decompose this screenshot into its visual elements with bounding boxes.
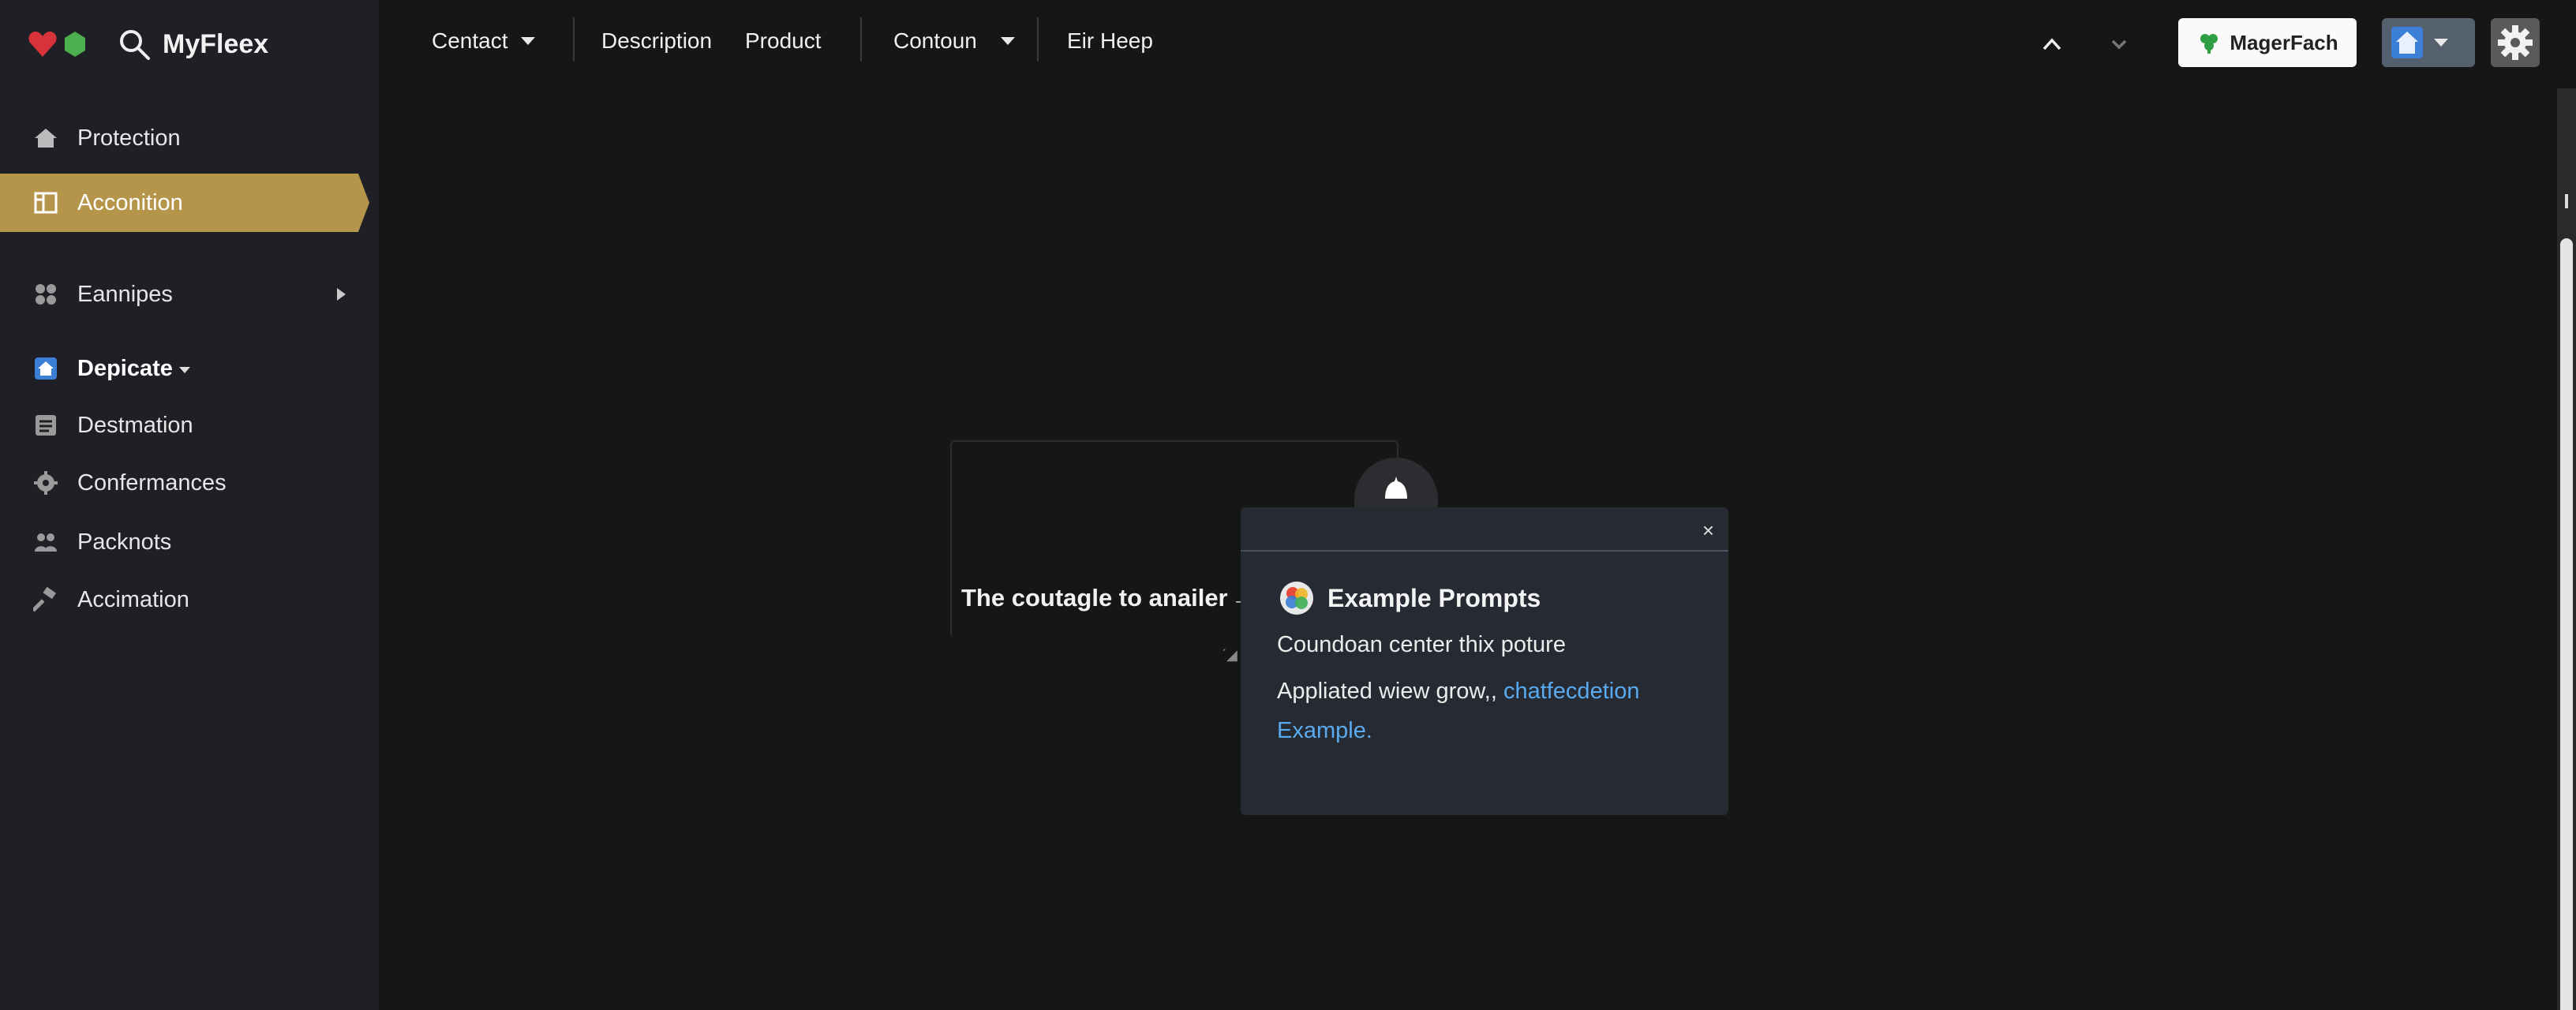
card-caption: The coutagle to anailer→ (961, 584, 1256, 612)
nav-divider (573, 17, 575, 62)
brand-bar: MyFleex (0, 0, 379, 88)
puzzle-icon (32, 280, 60, 309)
topnav-label: Description (601, 28, 713, 53)
sidebar-item-label: Accimation (77, 586, 189, 612)
gear-icon (2498, 25, 2533, 60)
popup-header: × (1241, 507, 1728, 552)
topnav-item-contoun[interactable]: Contoun (893, 28, 1015, 54)
gem-icon (65, 32, 85, 57)
resize-mark: ˊ◢ (1222, 647, 1237, 663)
example-prompts-popup: × Example Prompts Coundoan center thix p… (1241, 507, 1728, 815)
sidebar-item-label: Protection (77, 125, 181, 151)
chevron-down-icon[interactable] (2105, 30, 2133, 58)
search-icon[interactable] (117, 27, 152, 62)
caret-down-icon (2434, 39, 2448, 47)
nav-divider (1037, 17, 1039, 62)
nav-divider (860, 17, 862, 62)
chevron-right-icon[interactable] (337, 288, 346, 301)
topnav-label: Product (745, 28, 822, 53)
mager-fach-button[interactable]: MagerFach (2178, 18, 2357, 67)
prompt-line-1[interactable]: Coundoan center thix poture (1277, 632, 1566, 658)
popup-title-text: Example Prompts (1327, 583, 1541, 612)
sidebar: MyFleex Protection Acconition Eannipes D… (0, 0, 379, 1010)
topnav-label: Eir Heep (1067, 28, 1153, 53)
sidebar-item-confermances[interactable]: Confermances (0, 454, 369, 512)
app-title: MyFleex (163, 28, 269, 59)
sidebar-item-label: Eannipes (77, 281, 173, 307)
gear-icon (32, 469, 60, 497)
sidebar-item-label: Destmation (77, 412, 193, 438)
caret-down-icon (520, 37, 535, 45)
hammer-icon (32, 585, 60, 614)
topnav-item-product[interactable]: Product (745, 28, 822, 54)
list-icon (32, 411, 60, 440)
sidebar-item-accimation[interactable]: Accimation (0, 570, 369, 629)
chevron-up-icon[interactable] (2038, 30, 2066, 58)
prompt-line-2[interactable]: Appliated wiew grow,, chatfecdetion Exam… (1277, 671, 1703, 750)
scrollbar[interactable] (2557, 88, 2576, 1010)
sidebar-item-label: Acconition (77, 189, 183, 215)
sidebar-item-label: Depicate (77, 355, 173, 381)
sidebar-item-depicate[interactable]: Depicate (0, 339, 369, 398)
topnav-item-centact[interactable]: Centact (432, 28, 535, 54)
house-blue-icon (32, 354, 60, 383)
chevron-down-icon[interactable] (178, 367, 190, 373)
scroll-marker (2565, 194, 2568, 208)
prompt-line-2-text: Appliated wiew grow,, (1277, 679, 1503, 704)
home-dropdown[interactable] (2382, 18, 2475, 67)
sidebar-item-acconition[interactable]: Acconition (0, 174, 369, 232)
leaf-icon (2200, 34, 2218, 54)
home-icon (2391, 27, 2423, 58)
topnav-item-description[interactable]: Description (601, 28, 712, 54)
sidebar-item-protection[interactable]: Protection (0, 109, 369, 167)
sidebar-item-label: Confermances (77, 469, 227, 496)
topnav-item-eir-heep[interactable]: Eir Heep (1067, 28, 1153, 54)
topnav-label: Contoun (893, 28, 977, 53)
sidebar-item-destmation[interactable]: Destmation (0, 396, 369, 454)
button-label: MagerFach (2230, 30, 2338, 54)
home-icon (32, 124, 60, 152)
scrollbar-thumb[interactable] (2560, 238, 2573, 1010)
settings-button[interactable] (2491, 18, 2540, 67)
topnav-label: Centact (432, 28, 508, 53)
sidebar-item-label: Packnots (77, 529, 172, 555)
bell-icon (1385, 477, 1407, 499)
sidebar-item-eannipes[interactable]: Eannipes (0, 265, 369, 324)
sidebar-item-packnots[interactable]: Packnots (0, 513, 369, 571)
panel-icon (32, 189, 60, 217)
caret-down-icon (1000, 37, 1015, 45)
heart-icon (28, 32, 57, 57)
colorwheel-icon (1280, 582, 1313, 615)
close-icon[interactable]: × (1702, 518, 1714, 543)
caption-text: The coutagle to anailer (961, 584, 1228, 612)
people-icon (32, 528, 60, 556)
popup-title: Example Prompts (1279, 580, 1541, 616)
